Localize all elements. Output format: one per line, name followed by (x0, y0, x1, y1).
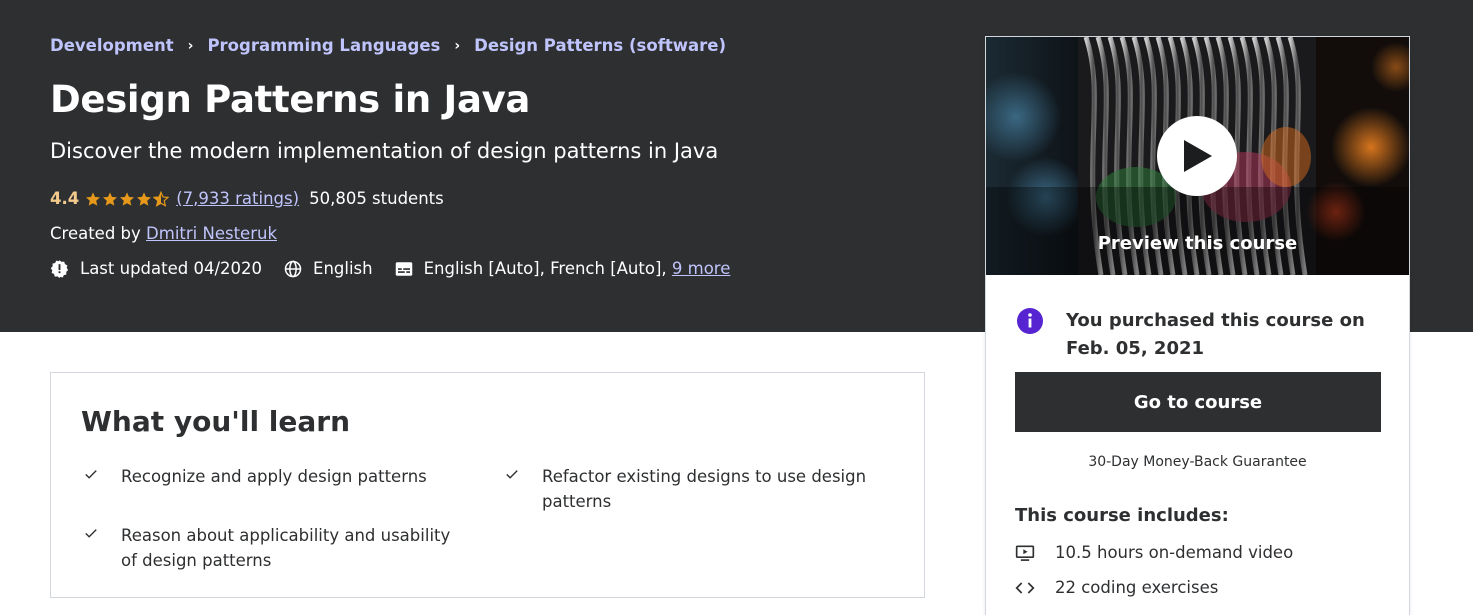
ratings-count-link[interactable]: (7,933 ratings) (176, 189, 299, 208)
last-updated-text: Last updated 04/2020 (80, 259, 263, 278)
what-youll-learn: What you'll learn Recognize and apply de… (50, 372, 925, 598)
code-icon (1015, 581, 1035, 594)
includes-title: This course includes: (1015, 505, 1229, 526)
go-to-course-button[interactable]: Go to course (1015, 372, 1381, 432)
star-icon (137, 191, 152, 206)
check-icon (506, 470, 518, 479)
alert-icon (50, 260, 69, 278)
purchase-notice-text: You purchased this course on Feb. 05, 20… (1066, 310, 1365, 359)
course-language: English (284, 259, 373, 278)
play-button[interactable] (1157, 116, 1237, 196)
purchase-sidebar: Preview this course You purchased this c… (985, 36, 1410, 615)
captions-icon (395, 261, 412, 276)
last-updated: Last updated 04/2020 (50, 259, 262, 278)
page-title: Design Patterns in Java (50, 78, 531, 121)
rating-row: 4.4 (7,933 ratings) 50,805 students (50, 189, 444, 208)
money-back-guarantee: 30-Day Money-Back Guarantee (1088, 454, 1307, 470)
purchase-notice: You purchased this course on Feb. 05, 20… (1016, 307, 1376, 363)
learn-item-text: Refactor existing designs to use design … (542, 467, 867, 511)
list-item: 22 coding exercises (1015, 578, 1218, 597)
created-by-label: Created by (50, 224, 141, 243)
list-item: Reason about applicability and usability… (81, 523, 461, 573)
created-by: Created by Dmitri Nesteruk (50, 224, 277, 243)
star-icon (86, 191, 101, 206)
preview-label: Preview this course (1097, 233, 1298, 254)
course-subtitle: Discover the modern implementation of de… (50, 139, 719, 163)
list-item: Recognize and apply design patterns (81, 464, 441, 489)
learn-item-text: Reason about applicability and usability… (121, 526, 451, 570)
half-star-icon (153, 190, 170, 207)
star-icon (120, 191, 135, 206)
captions-more-link[interactable]: 9 more (672, 259, 730, 278)
captions-text: English [Auto], French [Auto], (423, 259, 667, 278)
check-icon (85, 529, 97, 538)
star-rating (85, 190, 170, 207)
learn-title: What you'll learn (81, 405, 351, 438)
students-count: 50,805 students (309, 189, 444, 208)
video-icon (1015, 545, 1035, 561)
include-text: 10.5 hours on-demand video (1055, 543, 1294, 562)
instructor-link[interactable]: Dmitri Nesteruk (146, 224, 277, 243)
course-preview[interactable]: Preview this course (986, 37, 1409, 275)
breadcrumb: Development › Programming Languages › De… (50, 36, 726, 55)
course-captions: English [Auto], French [Auto], 9 more (395, 259, 730, 278)
check-icon (85, 470, 97, 479)
play-icon (1184, 140, 1212, 172)
breadcrumb-item-design-patterns[interactable]: Design Patterns (software) (474, 36, 726, 55)
breadcrumb-item-programming-languages[interactable]: Programming Languages (207, 36, 440, 55)
rating-value: 4.4 (50, 189, 80, 208)
learn-item-text: Recognize and apply design patterns (121, 467, 427, 486)
course-meta: Last updated 04/2020 English English [Au… (50, 259, 752, 278)
chevron-right-icon: › (187, 37, 194, 54)
list-item: 10.5 hours on-demand video (1015, 543, 1293, 562)
breadcrumb-item-development[interactable]: Development (50, 36, 174, 55)
include-text: 22 coding exercises (1055, 578, 1219, 597)
globe-icon (284, 260, 302, 277)
list-item: Refactor existing designs to use design … (502, 464, 872, 514)
info-icon (1017, 308, 1043, 334)
chevron-right-icon: › (454, 37, 461, 54)
language-text: English (313, 259, 373, 278)
star-icon (103, 191, 118, 206)
